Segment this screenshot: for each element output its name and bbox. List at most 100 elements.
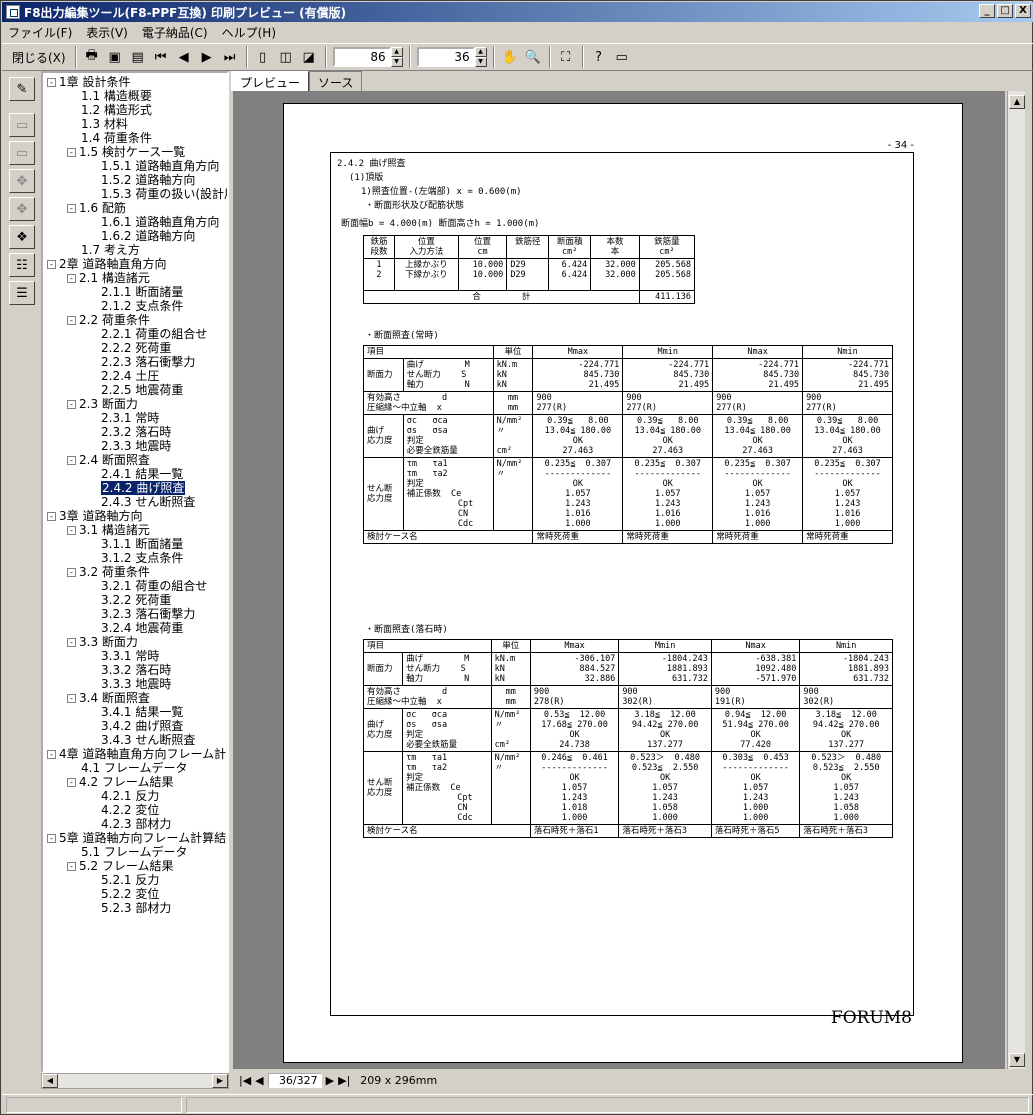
tree-item[interactable]: -1.5 検討ケース一覧 bbox=[67, 145, 185, 159]
close-window-button[interactable]: X bbox=[1015, 4, 1031, 18]
tree-item[interactable]: -2.3 断面力 bbox=[67, 397, 138, 411]
tree-item[interactable]: -3.2 荷重条件 bbox=[67, 565, 150, 579]
tree-item[interactable]: -3.1 構造諸元 bbox=[67, 523, 150, 537]
tree-item[interactable]: 1.5.1 道路軸直角方向 bbox=[101, 159, 219, 173]
collapse-icon[interactable]: - bbox=[67, 862, 76, 871]
collapse-icon[interactable]: - bbox=[67, 204, 76, 213]
nav-next-icon[interactable]: ▶ bbox=[326, 1074, 334, 1087]
tree-item[interactable]: -2.1 構造諸元 bbox=[67, 271, 150, 285]
scroll-left-icon[interactable]: ◀ bbox=[42, 1074, 58, 1088]
tree-item[interactable]: 2.3.2 落石時 bbox=[101, 425, 171, 439]
tree-item[interactable]: 2.2.4 土圧 bbox=[101, 369, 159, 383]
tree-item[interactable]: 1.1 構造概要 bbox=[81, 89, 152, 103]
collapse-icon[interactable]: - bbox=[67, 316, 76, 325]
scroll-up-icon[interactable]: ▲ bbox=[1009, 95, 1025, 109]
scroll-right-icon[interactable]: ▶ bbox=[212, 1074, 228, 1088]
help-icon[interactable]: ? bbox=[588, 46, 610, 68]
tree-item[interactable]: -3.4 断面照査 bbox=[67, 691, 150, 705]
tool-alt-icon[interactable]: ✥ bbox=[9, 197, 35, 221]
tree-item[interactable]: 2.4.1 結果一覧 bbox=[101, 467, 183, 481]
edit-alt-icon[interactable]: ▭ bbox=[9, 141, 35, 165]
zoom-up-icon[interactable]: ▲ bbox=[390, 47, 403, 57]
tree-item[interactable]: 2.4.3 せん断照査 bbox=[101, 495, 195, 509]
tree-item[interactable]: 1.2 構造形式 bbox=[81, 103, 152, 117]
pen-icon[interactable]: ✎ bbox=[9, 77, 35, 101]
tree-item[interactable]: 4.2.1 反力 bbox=[101, 789, 159, 803]
tree-item[interactable]: 2.4.2 曲げ照査 bbox=[101, 481, 186, 495]
tree-item[interactable]: -3章 道路軸方向 bbox=[47, 509, 142, 523]
tree-item[interactable]: 2.2.3 落石衝撃力 bbox=[101, 355, 195, 369]
fit-width-icon[interactable]: ◪ bbox=[298, 46, 320, 68]
tree-item[interactable]: -4.2 フレーム結果 bbox=[67, 775, 174, 789]
close-button[interactable]: 閉じる(X) bbox=[8, 46, 70, 68]
edit-icon[interactable]: ▭ bbox=[9, 113, 35, 137]
scroll-down-icon[interactable]: ▼ bbox=[1009, 1053, 1025, 1067]
tree-item[interactable]: 1.4 荷重条件 bbox=[81, 131, 152, 145]
nav-prev-icon[interactable]: ◀ bbox=[255, 1074, 263, 1087]
nav-last-icon[interactable]: ▶| bbox=[338, 1074, 350, 1087]
zoom-stepper[interactable]: ▲▼ bbox=[332, 47, 403, 67]
save-icon[interactable]: ▣ bbox=[104, 46, 126, 68]
tree-item[interactable]: 1.7 考え方 bbox=[81, 243, 140, 257]
tree-item[interactable]: 5.1 フレームデータ bbox=[81, 845, 188, 859]
preview-scrollbar[interactable]: ▲ ▼ bbox=[1007, 91, 1025, 1069]
collapse-icon[interactable]: - bbox=[67, 568, 76, 577]
tree-item[interactable]: 1.6.2 道路軸方向 bbox=[101, 229, 195, 243]
collapse-icon[interactable]: - bbox=[47, 834, 56, 843]
tree-item[interactable]: 3.2.4 地震荷重 bbox=[101, 621, 183, 635]
tree-item[interactable]: 5.2.3 部材力 bbox=[101, 901, 171, 915]
tree-scrollbar[interactable]: ◀ ▶ bbox=[41, 1073, 229, 1089]
tree-item[interactable]: 2.1.1 断面諸量 bbox=[101, 285, 183, 299]
last-page-icon[interactable]: ⏭ bbox=[219, 46, 241, 68]
tree-item[interactable]: -3.3 断面力 bbox=[67, 635, 138, 649]
collapse-icon[interactable]: - bbox=[67, 274, 76, 283]
preview-area[interactable]: - 34 - 2.4.2 曲げ照査 (1)頂版 1)照査位置-(左端部) x =… bbox=[233, 91, 1005, 1069]
tree-item[interactable]: -4章 道路軸直角方向フレーム計算 bbox=[47, 747, 227, 761]
tree-item[interactable]: 3.2.3 落石衝撃力 bbox=[101, 607, 195, 621]
tool-color-icon[interactable]: ❖ bbox=[9, 225, 35, 249]
page-input[interactable] bbox=[416, 47, 475, 67]
tree-item[interactable]: 4.1 フレームデータ bbox=[81, 761, 188, 775]
collapse-icon[interactable]: - bbox=[47, 78, 56, 87]
menu-view[interactable]: 表示(V) bbox=[86, 24, 128, 41]
tree-item[interactable]: 2.2.5 地震荷重 bbox=[101, 383, 183, 397]
tree-item[interactable]: 3.1.1 断面諸量 bbox=[101, 537, 183, 551]
tree-item[interactable]: 3.1.2 支点条件 bbox=[101, 551, 183, 565]
tree-item[interactable]: 1.3 材料 bbox=[81, 117, 128, 131]
single-page-icon[interactable]: ▯ bbox=[252, 46, 274, 68]
print-icon[interactable]: 🖶 bbox=[81, 46, 103, 68]
minimize-button[interactable]: _ bbox=[979, 4, 995, 18]
tab-source[interactable]: ソース bbox=[309, 71, 363, 91]
zoom-input[interactable] bbox=[332, 47, 391, 67]
tree-item[interactable]: 1.5.2 道路軸方向 bbox=[101, 173, 195, 187]
tree-item[interactable]: 3.3.3 地震時 bbox=[101, 677, 171, 691]
tree-item[interactable]: 3.4.2 曲げ照査 bbox=[101, 719, 183, 733]
collapse-icon[interactable]: - bbox=[67, 526, 76, 535]
page-setup-icon[interactable]: ▤ bbox=[127, 46, 149, 68]
tree-item[interactable]: -2.4 断面照査 bbox=[67, 453, 150, 467]
menu-file[interactable]: ファイル(F) bbox=[8, 24, 72, 41]
collapse-icon[interactable]: - bbox=[67, 638, 76, 647]
collapse-icon[interactable]: - bbox=[67, 694, 76, 703]
tree-item[interactable]: -5.2 フレーム結果 bbox=[67, 859, 174, 873]
tree-item[interactable]: 2.3.3 地震時 bbox=[101, 439, 171, 453]
tab-preview[interactable]: プレビュー bbox=[231, 71, 310, 91]
collapse-icon[interactable]: - bbox=[67, 778, 76, 787]
collapse-icon[interactable]: - bbox=[47, 260, 56, 269]
tree-item[interactable]: 1.6.1 道路軸直角方向 bbox=[101, 215, 219, 229]
menu-help[interactable]: ヘルプ(H) bbox=[222, 24, 276, 41]
magnifier-icon[interactable]: 🔍 bbox=[522, 46, 544, 68]
fit-page-icon[interactable]: ◫ bbox=[275, 46, 297, 68]
collapse-icon[interactable]: - bbox=[67, 400, 76, 409]
page-stepper[interactable]: ▲▼ bbox=[416, 47, 487, 67]
collapse-icon[interactable]: - bbox=[47, 512, 56, 521]
tree-item[interactable]: 3.2.2 死荷重 bbox=[101, 593, 171, 607]
nav-first-icon[interactable]: |◀ bbox=[239, 1074, 251, 1087]
list-icon[interactable]: ☰ bbox=[9, 281, 35, 305]
hand-icon[interactable]: ✋ bbox=[499, 46, 521, 68]
tree-item[interactable]: 2.2.2 死荷重 bbox=[101, 341, 171, 355]
collapse-icon[interactable]: - bbox=[47, 750, 56, 759]
first-page-icon[interactable]: ⏮ bbox=[150, 46, 172, 68]
tree-item[interactable]: 2.3.1 常時 bbox=[101, 411, 159, 425]
page-box[interactable] bbox=[267, 1072, 322, 1088]
